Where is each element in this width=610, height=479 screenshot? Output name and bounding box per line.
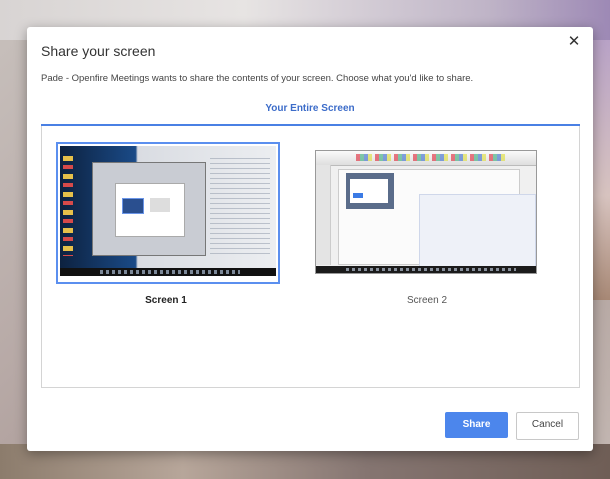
preview-dialog bbox=[115, 183, 185, 237]
preview-taskbar bbox=[60, 268, 276, 276]
dialog-title: Share your screen bbox=[41, 43, 156, 59]
screen-picker-panel: Screen 1 Screen 2 bbox=[41, 126, 580, 388]
preview-sidebar bbox=[316, 165, 331, 265]
screen-1-preview bbox=[60, 146, 276, 276]
preview-taskbar bbox=[316, 266, 536, 273]
screen-2-label: Screen 2 bbox=[406, 295, 448, 306]
screen-2-preview bbox=[315, 150, 537, 274]
screen-2-thumbnail[interactable] bbox=[307, 142, 537, 280]
share-screen-dialog: ✕ Share your screen Pade - Openfire Meet… bbox=[27, 27, 593, 451]
preview-window bbox=[92, 162, 206, 256]
screen-1-thumbnail[interactable] bbox=[56, 142, 280, 284]
screen-1-label: Screen 1 bbox=[145, 295, 187, 306]
tab-entire-screen[interactable]: Your Entire Screen bbox=[27, 103, 593, 114]
document-lines bbox=[210, 158, 270, 258]
preview-toolbar bbox=[316, 151, 536, 166]
desktop-icons bbox=[63, 156, 73, 256]
share-button[interactable]: Share bbox=[445, 412, 508, 438]
preview-dialog-body bbox=[350, 179, 388, 203]
close-icon[interactable]: ✕ bbox=[565, 33, 583, 51]
preview-dialog bbox=[346, 173, 394, 209]
cancel-button[interactable]: Cancel bbox=[516, 412, 579, 440]
preview-grid bbox=[419, 194, 536, 273]
preview-option-a bbox=[122, 198, 144, 214]
preview-option-b bbox=[150, 198, 170, 212]
dialog-description: Pade - Openfire Meetings wants to share … bbox=[41, 73, 474, 84]
